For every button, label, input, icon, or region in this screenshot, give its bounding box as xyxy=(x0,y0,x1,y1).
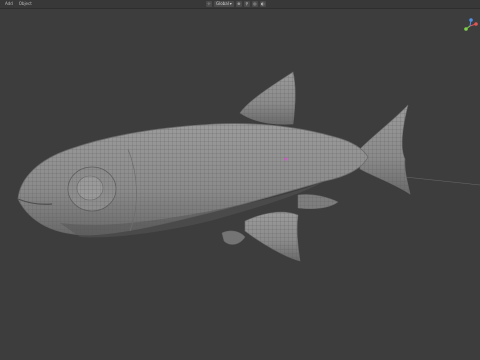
pelvic-fin xyxy=(221,230,246,245)
transform-orientation-icon[interactable]: ⊹ xyxy=(206,1,212,7)
viewport-header: Add Object ⊹ Global ▾ ⊕ ⚲ ◎ ◐ xyxy=(0,0,480,9)
pivot-icon[interactable]: ⊕ xyxy=(235,1,242,7)
object-origin xyxy=(284,157,288,161)
header-menu: Add Object xyxy=(5,0,32,8)
snap-icon[interactable]: ⚲ xyxy=(243,1,250,7)
orientation-dropdown[interactable]: Global ▾ xyxy=(214,1,234,7)
menu-object[interactable]: Object xyxy=(19,0,32,8)
proportional-icon[interactable]: ◎ xyxy=(251,1,258,7)
x-axis-guide xyxy=(404,176,480,186)
chevron-down-icon: ▾ xyxy=(229,1,232,6)
3d-viewport[interactable] xyxy=(0,9,480,360)
menu-add[interactable]: Add xyxy=(5,0,13,8)
orientation-dropdown-label: Global xyxy=(216,1,229,6)
header-tools: ⊹ Global ▾ ⊕ ⚲ ◎ ◐ xyxy=(206,1,266,7)
overlay-icon[interactable]: ◐ xyxy=(259,1,266,7)
